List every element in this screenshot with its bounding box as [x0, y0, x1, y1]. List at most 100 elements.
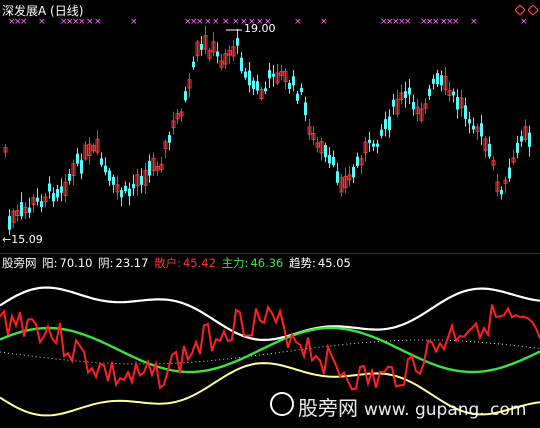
candle-down [264, 88, 267, 92]
candle-down [104, 165, 107, 173]
candle-down [388, 116, 391, 131]
candle-down [120, 189, 123, 198]
candle-down [520, 136, 523, 142]
high-price-label: 19.00 [244, 22, 276, 35]
candle-down [52, 193, 55, 202]
candle-down [124, 185, 127, 192]
candle-down [68, 173, 71, 181]
signal-marker: × [94, 17, 102, 27]
signal-marker: × [86, 17, 94, 27]
candle-down [372, 143, 375, 147]
candle-down [440, 75, 443, 86]
candle-down [28, 207, 31, 213]
candle-down [108, 170, 111, 181]
candle-down [200, 44, 203, 50]
candle-down [128, 188, 131, 197]
watermark-name: 股旁网 [298, 396, 358, 420]
candle-down [332, 156, 335, 166]
candle-down [368, 139, 371, 143]
candle-down [436, 73, 439, 85]
zhuli-value: 46.36 [250, 256, 284, 270]
candle-down [452, 91, 455, 96]
candle-down [376, 143, 379, 147]
sanhu-label: 散户: [154, 256, 181, 270]
candle-down [112, 176, 115, 185]
signal-marker: × [222, 17, 230, 27]
candle-down [500, 189, 503, 195]
candle-down [76, 153, 79, 164]
candle-down [352, 166, 355, 178]
candle-down [148, 160, 151, 176]
candle-down [288, 82, 291, 89]
candle-down [472, 125, 475, 130]
diamond-icon[interactable] [515, 5, 525, 15]
diamond-icon[interactable] [528, 5, 538, 15]
signal-marker: × [432, 17, 440, 27]
zhuli-line [0, 326, 540, 374]
watermark-url: www. gupang. com [364, 400, 527, 420]
signal-marker: × [204, 17, 212, 27]
candle-down [256, 81, 259, 91]
signal-marker: × [78, 17, 86, 27]
candle-down [468, 119, 471, 124]
signal-marker: × [196, 17, 204, 27]
signal-marker: × [404, 17, 412, 27]
candle-down [272, 73, 275, 77]
candle-down [300, 87, 303, 93]
candle-down [384, 119, 387, 129]
qushi-line [0, 339, 540, 365]
candle-down [236, 38, 239, 46]
signal-marker: × [212, 17, 220, 27]
candle-down [408, 87, 411, 95]
candle-down [268, 70, 271, 79]
candle-down [80, 160, 83, 174]
sanhu-line [0, 304, 540, 391]
candle-down [248, 70, 251, 86]
qushi-value: 45.05 [317, 256, 351, 270]
signal-marker: × [130, 17, 138, 27]
candle-down [480, 123, 483, 137]
candle-down [48, 183, 51, 192]
signal-marker: × [520, 17, 528, 27]
candle-down [412, 102, 415, 110]
candle-down [488, 143, 491, 157]
signal-marker: × [294, 17, 302, 27]
yin-label: 阴: [98, 256, 114, 270]
candle-down [168, 135, 171, 143]
candle-down [464, 105, 467, 119]
candle-down [184, 91, 187, 101]
candle-down [336, 171, 339, 183]
signal-marker: × [232, 17, 240, 27]
candle-down [508, 167, 511, 179]
candle-down [56, 189, 59, 198]
signal-marker: × [320, 17, 328, 27]
watermark: 股旁网 www. gupang. com [298, 392, 526, 421]
sanhu-value: 45.42 [182, 256, 216, 270]
candle-down [60, 186, 63, 193]
candle-down [36, 197, 39, 202]
candle-down [132, 183, 135, 189]
candle-down [296, 93, 299, 101]
signal-marker: × [452, 17, 460, 27]
candle-down [432, 78, 435, 84]
low-price-label: ←15.09 [2, 233, 43, 246]
candle-down [516, 142, 519, 153]
candle-down [100, 158, 103, 165]
candle-down [8, 216, 11, 230]
yang-label: 阳: [42, 256, 58, 270]
candle-down [292, 76, 295, 86]
yang-value: 70.10 [59, 256, 93, 270]
indicator-legend: 股旁网 阳: 70.10 阴: 23.17 散户: 45.42 主力: 46.36 趋势… [2, 256, 353, 270]
zhuli-label: 主力: [221, 256, 249, 270]
price-chart-panel[interactable]: × × × × × × × × × × × × × × × × × × × × × × × × × × × × × × × × × × × × × 深发… [0, 0, 540, 254]
yang-line [0, 286, 540, 342]
candlestick-chart[interactable]: ××× × ×××× × × × ××× × × × × × × × × × × ××××× ××× ××× × × [0, 0, 540, 254]
candle-down [140, 175, 143, 185]
candle-down [192, 61, 195, 68]
candle-down [216, 51, 219, 57]
candle-down [404, 91, 407, 98]
chart-title: 深发展A (日线) [2, 4, 84, 18]
candle-down [392, 99, 395, 107]
candle-down [328, 154, 331, 164]
yin-value: 23.17 [115, 256, 149, 270]
